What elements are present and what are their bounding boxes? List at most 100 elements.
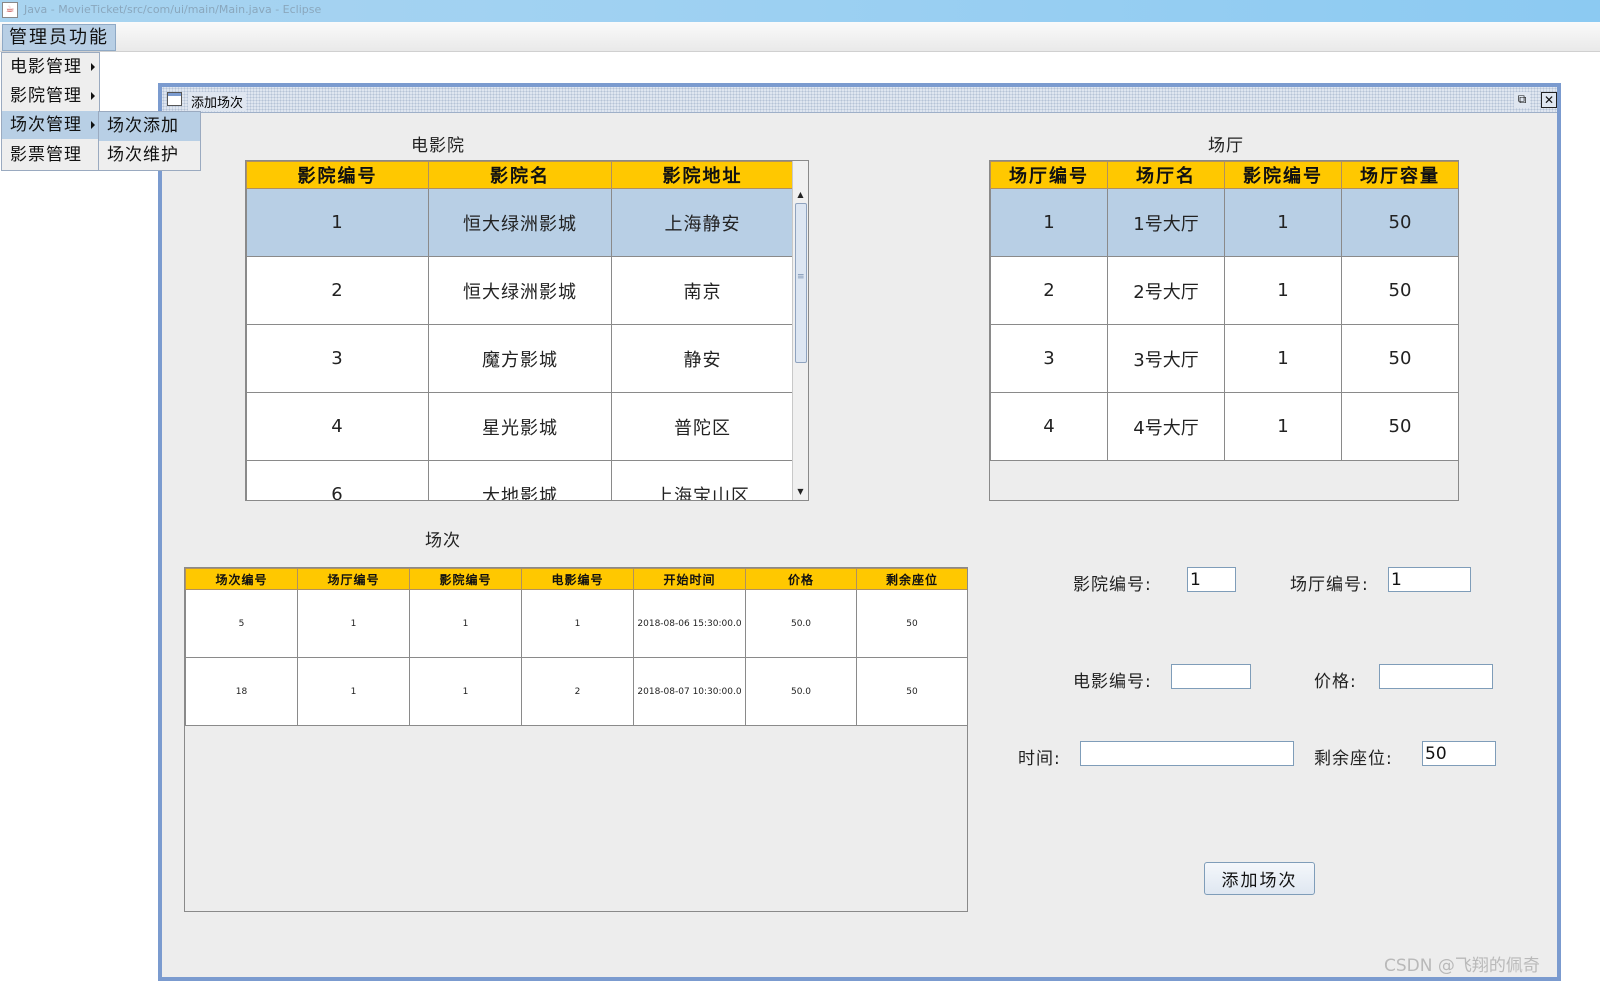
table-cell[interactable]: 南京 (611, 256, 794, 325)
table-cell[interactable]: 2018-08-07 10:30:00.0 (633, 657, 746, 726)
table-cell[interactable]: 3号大厅 (1107, 324, 1225, 393)
column-header[interactable]: 场厅容量 (1341, 161, 1458, 189)
vertical-scrollbar[interactable]: ▲ ▼ (792, 161, 808, 500)
add-session-button[interactable]: 添加场次 (1204, 862, 1315, 895)
table-cell[interactable]: 1 (297, 589, 410, 658)
table-cell[interactable]: 50.0 (745, 589, 857, 658)
menu-item-movie-management[interactable]: 电影管理 (2, 53, 99, 81)
table-cell[interactable]: 上海宝山区 (611, 460, 794, 500)
table-cell[interactable]: 恒大绿洲影城 (428, 188, 612, 257)
table-cell[interactable]: 4 (990, 392, 1108, 461)
scroll-up-arrow-icon[interactable]: ▲ (793, 189, 808, 201)
table-cell[interactable]: 1 (1224, 324, 1342, 393)
table-cell[interactable]: 1 (246, 188, 429, 257)
table-cell[interactable]: 18 (185, 657, 298, 726)
table-cell[interactable]: 1 (1224, 392, 1342, 461)
table-cell[interactable]: 魔方影城 (428, 324, 612, 393)
table-row[interactable]: 2 2号大厅 1 50 (990, 256, 1458, 325)
table-row[interactable]: 3 3号大厅 1 50 (990, 324, 1458, 393)
table-row[interactable]: 18 1 1 2 2018-08-07 10:30:00.0 50.0 50 (185, 657, 967, 726)
window-icon (167, 92, 182, 106)
remaining-seats-field[interactable] (1422, 741, 1496, 766)
table-cell[interactable]: 50 (856, 589, 967, 658)
table-cell[interactable]: 2 (246, 256, 429, 325)
table-cell[interactable]: 3 (990, 324, 1108, 393)
table-cell[interactable]: 4号大厅 (1107, 392, 1225, 461)
column-header[interactable]: 影院编号 (246, 161, 429, 189)
menu-item-maintain-session[interactable]: 场次维护 (99, 141, 200, 170)
table-cell[interactable]: 50 (1341, 188, 1458, 257)
table-cell[interactable]: 大地影城 (428, 460, 612, 500)
table-cell[interactable]: 1 (1224, 256, 1342, 325)
cinema-table-scrollpane: 影院编号 影院名 影院地址 1 恒大绿洲影城 上海静安 2 恒大绿洲影城 南京 … (245, 160, 809, 501)
remaining-seats-label: 剩余座位: (1314, 749, 1393, 769)
table-cell[interactable]: 1 (990, 188, 1108, 257)
table-cell[interactable]: 6 (246, 460, 429, 500)
menu-item-ticket-management[interactable]: 影票管理 (2, 141, 99, 169)
table-row[interactable]: 1 1号大厅 1 50 (990, 188, 1458, 257)
column-header[interactable]: 电影编号 (521, 568, 634, 590)
movie-id-field[interactable] (1171, 664, 1251, 689)
table-cell[interactable]: 1 (297, 657, 410, 726)
table-cell[interactable]: 2 (990, 256, 1108, 325)
hall-id-label: 场厅编号: (1290, 575, 1369, 595)
table-cell[interactable]: 4 (246, 392, 429, 461)
table-row[interactable]: 3 魔方影城 静安 (246, 324, 794, 393)
table-cell[interactable]: 2018-08-06 15:30:00.0 (633, 589, 746, 658)
table-cell[interactable]: 2 (521, 657, 634, 726)
table-row[interactable]: 1 恒大绿洲影城 上海静安 (246, 188, 794, 257)
column-header[interactable]: 价格 (745, 568, 857, 590)
table-cell[interactable]: 1 (1224, 188, 1342, 257)
table-cell[interactable]: 上海静安 (611, 188, 794, 257)
table-row[interactable]: 4 星光影城 普陀区 (246, 392, 794, 461)
menu-item-session-management[interactable]: 场次管理 (2, 111, 99, 139)
table-row[interactable]: 2 恒大绿洲影城 南京 (246, 256, 794, 325)
cinema-id-field[interactable] (1187, 567, 1236, 592)
table-cell[interactable]: 5 (185, 589, 298, 658)
table-cell[interactable]: 50.0 (745, 657, 857, 726)
table-row[interactable]: 4 4号大厅 1 50 (990, 392, 1458, 461)
column-header[interactable]: 场次编号 (185, 568, 298, 590)
menu-item-add-session[interactable]: 场次添加 (99, 112, 200, 141)
frame-titlebar[interactable]: 添加场次 ⧉ ✕ (162, 87, 1557, 113)
table-cell[interactable]: 1号大厅 (1107, 188, 1225, 257)
time-label: 时间: (1018, 749, 1061, 769)
column-header[interactable]: 影院名 (428, 161, 612, 189)
session-table-scrollpane: 场次编号 场厅编号 影院编号 电影编号 开始时间 价格 剩余座位 5 1 1 1… (184, 567, 968, 912)
table-cell[interactable]: 1 (409, 589, 522, 658)
table-cell[interactable]: 普陀区 (611, 392, 794, 461)
table-cell[interactable]: 1 (521, 589, 634, 658)
column-header[interactable]: 开始时间 (633, 568, 746, 590)
scroll-down-arrow-icon[interactable]: ▼ (793, 486, 808, 498)
scroll-thumb[interactable] (795, 203, 807, 363)
time-field[interactable] (1080, 741, 1294, 766)
column-header[interactable]: 剩余座位 (856, 568, 967, 590)
column-header[interactable]: 场厅编号 (990, 161, 1108, 189)
column-header[interactable]: 影院地址 (611, 161, 794, 189)
table-cell[interactable]: 恒大绿洲影城 (428, 256, 612, 325)
table-cell[interactable]: 50 (856, 657, 967, 726)
close-icon[interactable]: ✕ (1541, 92, 1557, 108)
table-cell[interactable]: 50 (1341, 324, 1458, 393)
menu-item-cinema-management[interactable]: 影院管理 (2, 82, 99, 110)
table-cell[interactable]: 50 (1341, 256, 1458, 325)
hall-id-field[interactable] (1388, 567, 1471, 592)
menu-admin-functions[interactable]: 管理员功能 (2, 24, 116, 51)
restore-icon[interactable]: ⧉ (1514, 92, 1530, 108)
table-cell[interactable]: 1 (409, 657, 522, 726)
table-cell[interactable]: 50 (1341, 392, 1458, 461)
table-cell[interactable]: 3 (246, 324, 429, 393)
table-cell[interactable]: 静安 (611, 324, 794, 393)
column-header[interactable]: 影院编号 (1224, 161, 1342, 189)
session-caption: 场次 (425, 531, 461, 551)
table-cell[interactable]: 星光影城 (428, 392, 612, 461)
table-cell[interactable]: 2号大厅 (1107, 256, 1225, 325)
table-row[interactable]: 6 大地影城 上海宝山区 (246, 460, 794, 500)
column-header[interactable]: 场厅名 (1107, 161, 1225, 189)
menubar: 管理员功能 (0, 22, 1600, 52)
price-field[interactable] (1379, 664, 1493, 689)
table-row[interactable]: 5 1 1 1 2018-08-06 15:30:00.0 50.0 50 (185, 589, 967, 658)
column-header[interactable]: 场厅编号 (297, 568, 410, 590)
movie-id-label: 电影编号: (1073, 672, 1152, 692)
column-header[interactable]: 影院编号 (409, 568, 522, 590)
